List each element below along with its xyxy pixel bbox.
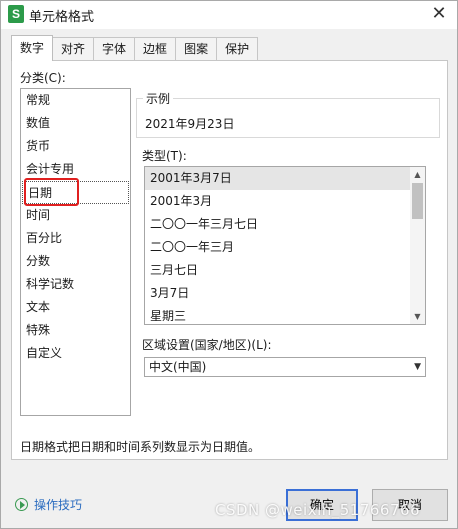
type-item[interactable]: 二〇〇一年三月七日 bbox=[145, 213, 425, 236]
category-item-fraction[interactable]: 分数 bbox=[21, 250, 130, 273]
type-item[interactable]: 3月7日 bbox=[145, 282, 425, 305]
scroll-thumb[interactable] bbox=[412, 183, 423, 219]
tab-font[interactable]: 字体 bbox=[93, 37, 136, 61]
type-item[interactable]: 二〇〇一年三月 bbox=[145, 236, 425, 259]
number-tab-panel: 分类(C): 常规 数值 货币 会计专用 日期 时间 百分比 分数 科学记数 文… bbox=[11, 60, 448, 460]
type-list-scrollbar[interactable]: ▲ ▼ bbox=[410, 167, 425, 324]
category-label: 分类(C): bbox=[20, 71, 66, 85]
tab-pattern[interactable]: 图案 bbox=[175, 37, 218, 61]
category-item-time[interactable]: 时间 bbox=[21, 204, 130, 227]
type-item[interactable]: 2001年3月 bbox=[145, 190, 425, 213]
format-cells-dialog: S 单元格格式 ✕ 数字 对齐 字体 边框 图案 保护 分类(C): 常规 数值… bbox=[0, 0, 458, 529]
category-item-scientific[interactable]: 科学记数 bbox=[21, 273, 130, 296]
type-item[interactable]: 星期三 bbox=[145, 305, 425, 324]
sample-value: 2021年9月23日 bbox=[145, 117, 235, 131]
type-item[interactable]: 三月七日 bbox=[145, 259, 425, 282]
watermark: CSDN @weixin_51766766 bbox=[215, 501, 421, 519]
category-item-custom[interactable]: 自定义 bbox=[21, 342, 130, 365]
close-icon[interactable]: ✕ bbox=[427, 3, 451, 25]
chevron-down-icon: ▼ bbox=[414, 362, 421, 372]
title-bar: S 单元格格式 ✕ bbox=[1, 1, 457, 29]
tab-alignment[interactable]: 对齐 bbox=[52, 37, 95, 61]
tab-protection[interactable]: 保护 bbox=[216, 37, 259, 61]
type-item[interactable]: 2001年3月7日 bbox=[145, 167, 425, 190]
sample-legend: 示例 bbox=[143, 90, 174, 107]
category-item-percentage[interactable]: 百分比 bbox=[21, 227, 130, 250]
tab-number[interactable]: 数字 bbox=[11, 35, 54, 61]
category-item-text[interactable]: 文本 bbox=[21, 296, 130, 319]
wps-spreadsheet-icon: S bbox=[8, 5, 24, 23]
tab-bar: 数字 对齐 字体 边框 图案 保护 bbox=[11, 35, 259, 61]
category-item-special[interactable]: 特殊 bbox=[21, 319, 130, 342]
highlight-annotation bbox=[24, 178, 79, 206]
category-item-general[interactable]: 常规 bbox=[21, 89, 130, 112]
help-tips-link[interactable]: 操作技巧 bbox=[34, 496, 82, 513]
scroll-up-icon[interactable]: ▲ bbox=[410, 167, 425, 182]
type-list[interactable]: 2001年3月7日 2001年3月 二〇〇一年三月七日 二〇〇一年三月 三月七日… bbox=[144, 166, 426, 325]
dialog-title: 单元格格式 bbox=[29, 10, 95, 25]
format-description: 日期格式把日期和时间系列数显示为日期值。 bbox=[20, 440, 261, 454]
tab-border[interactable]: 边框 bbox=[134, 37, 177, 61]
type-label: 类型(T): bbox=[142, 149, 187, 163]
scroll-down-icon[interactable]: ▼ bbox=[410, 309, 425, 324]
category-item-number[interactable]: 数值 bbox=[21, 112, 130, 135]
locale-select[interactable]: 中文(中国) ▼ bbox=[144, 357, 426, 377]
locale-value: 中文(中国) bbox=[149, 360, 207, 374]
play-circle-icon[interactable] bbox=[15, 498, 28, 511]
locale-label: 区域设置(国家/地区)(L): bbox=[142, 338, 272, 352]
category-item-currency[interactable]: 货币 bbox=[21, 135, 130, 158]
category-list[interactable]: 常规 数值 货币 会计专用 日期 时间 百分比 分数 科学记数 文本 特殊 自定… bbox=[20, 88, 131, 416]
